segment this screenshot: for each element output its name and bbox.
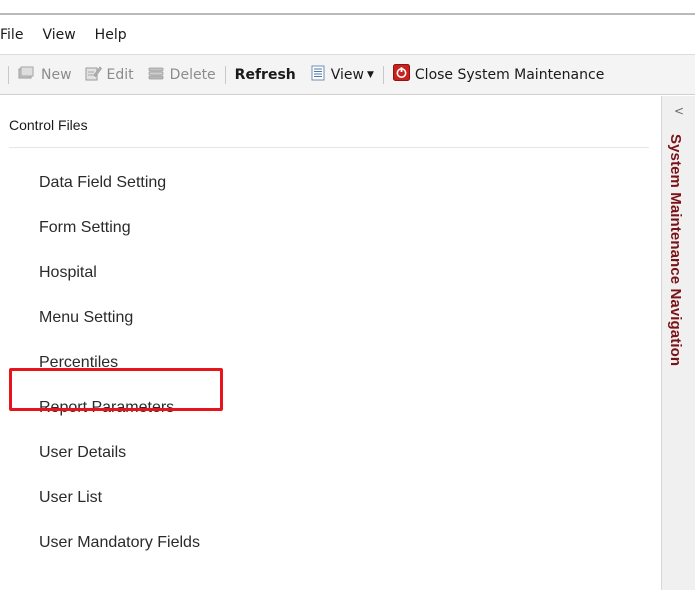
delete-icon [147, 65, 165, 85]
nav-list: Data Field Setting Form Setting Hospital… [39, 160, 200, 565]
edit-button[interactable]: Edit [85, 65, 134, 85]
toolbar: New Edit Delete Refresh View ▼ Close Sys… [0, 55, 695, 95]
edit-icon [85, 65, 102, 85]
nav-item-percentiles[interactable]: Percentiles [39, 340, 200, 385]
toolbar-separator [382, 65, 384, 84]
menu-file[interactable]: File [0, 27, 33, 43]
collapse-chevron-icon[interactable]: < [662, 104, 695, 118]
view-list-icon [310, 65, 326, 85]
delete-button-label: Delete [169, 66, 216, 83]
view-dropdown-button[interactable]: View ▼ [310, 65, 374, 85]
toolbar-separator [8, 65, 9, 84]
refresh-button[interactable]: Refresh [235, 67, 296, 83]
edit-button-label: Edit [106, 66, 134, 83]
nav-item-report-parameters[interactable]: Report Parameters [39, 385, 200, 430]
control-files-panel: Control Files Data Field Setting Form Se… [0, 96, 661, 590]
new-button-label: New [41, 66, 72, 83]
nav-item-user-details[interactable]: User Details [39, 430, 200, 475]
delete-button[interactable]: Delete [147, 65, 216, 85]
close-power-icon [392, 64, 410, 85]
nav-item-user-list[interactable]: User List [39, 475, 200, 520]
side-panel-title: System Maintenance Navigation [667, 134, 684, 367]
nav-item-hospital[interactable]: Hospital [39, 250, 200, 295]
group-divider [9, 147, 649, 148]
nav-item-data-field-setting[interactable]: Data Field Setting [39, 160, 200, 205]
refresh-button-label: Refresh [234, 66, 296, 83]
menu-bar: File View Help [0, 15, 695, 55]
new-button[interactable]: New [18, 66, 72, 84]
system-maintenance-navigation-strip[interactable]: < System Maintenance Navigation [661, 96, 695, 590]
close-system-maintenance-label: Close System Maintenance [414, 66, 605, 83]
menu-help[interactable]: Help [86, 27, 137, 43]
view-button-label: View [330, 66, 364, 83]
nav-item-user-mandatory-fields[interactable]: User Mandatory Fields [39, 520, 200, 565]
toolbar-separator [224, 65, 226, 84]
app-window: File View Help New Edit Delete Refresh V… [0, 0, 695, 590]
group-header-control-files[interactable]: Control Files [9, 117, 88, 133]
chevron-down-icon: ▼ [366, 69, 374, 80]
menu-view[interactable]: View [33, 27, 85, 43]
close-system-maintenance-button[interactable]: Close System Maintenance [392, 64, 605, 85]
new-record-icon [18, 66, 36, 84]
nav-item-form-setting[interactable]: Form Setting [39, 205, 200, 250]
nav-item-menu-setting[interactable]: Menu Setting [39, 295, 200, 340]
